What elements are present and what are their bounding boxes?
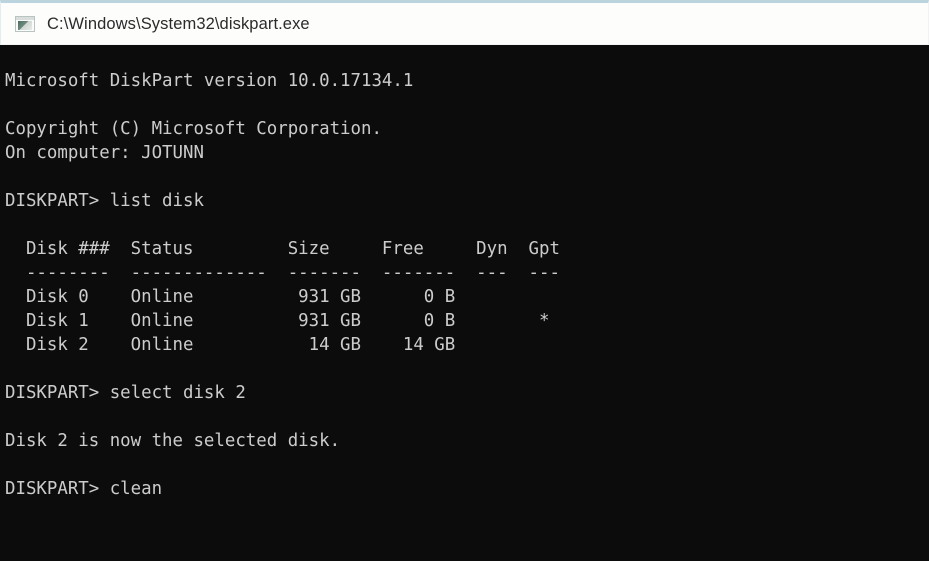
window-titlebar[interactable]: C:\Windows\System32\diskpart.exe	[0, 0, 929, 45]
console-icon-screen-part	[18, 21, 32, 30]
window-title-text: C:\Windows\System32\diskpart.exe	[47, 14, 310, 33]
console-icon-titlebar-part	[16, 17, 34, 20]
console-window-icon	[15, 16, 35, 32]
diskpart-console-window: C:\Windows\System32\diskpart.exe Microso…	[0, 0, 929, 561]
console-text-buffer: Microsoft DiskPart version 10.0.17134.1 …	[5, 71, 560, 499]
console-output-area[interactable]: Microsoft DiskPart version 10.0.17134.1 …	[0, 45, 929, 561]
